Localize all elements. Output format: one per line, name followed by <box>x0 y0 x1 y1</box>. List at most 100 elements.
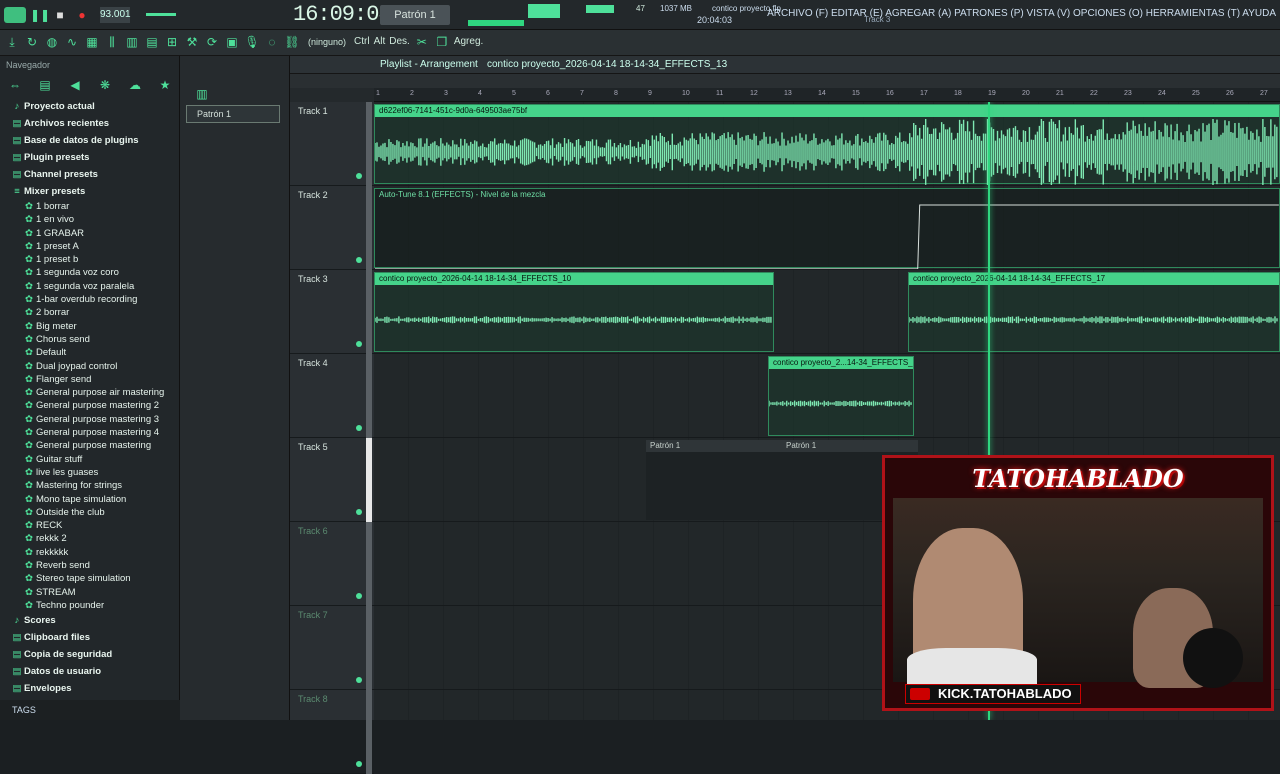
audio-clip-track3-a[interactable]: contico proyecto_2026-04-14 18-14-34_EFF… <box>374 272 774 352</box>
browser-item[interactable]: ✿ STREAM <box>0 586 180 599</box>
plugin-icon[interactable]: ⊞ <box>164 34 180 50</box>
pattern-selector[interactable]: Patrón 1 <box>380 5 450 25</box>
knob-icon[interactable]: ◍ <box>44 34 60 50</box>
refresh-icon[interactable]: ↻ <box>24 34 40 50</box>
browser-item[interactable]: ✿ General purpose air mastering <box>0 386 180 399</box>
browser-item[interactable]: ✿ Chorus send <box>0 333 180 346</box>
browser-item[interactable]: ♪ Scores <box>0 612 180 629</box>
tags-bar[interactable]: TAGS <box>0 700 180 720</box>
browser-plugin-icon[interactable]: ❋ <box>97 77 113 93</box>
chat-icon[interactable]: ◌ <box>264 34 280 50</box>
track-header[interactable]: Track 6 <box>290 522 374 606</box>
link-icon[interactable]: ⛓ <box>284 34 300 50</box>
browser-item[interactable]: ✿ rekkk 2 <box>0 532 180 545</box>
snap-selector[interactable]: (ninguno) <box>304 34 350 50</box>
browser-item[interactable]: ✿ General purpose mastering 2 <box>0 399 180 412</box>
browser-item[interactable]: ✿ Flanger send <box>0 373 180 386</box>
browser-item[interactable]: ✿ 1 borrar <box>0 200 180 213</box>
tools-icon[interactable]: ⚒ <box>184 34 200 50</box>
master-volume-slider[interactable] <box>146 13 176 16</box>
browser-item[interactable]: ✿ rekkkkk <box>0 546 180 559</box>
fl-logo-icon[interactable] <box>4 7 26 23</box>
browser-item[interactable]: ▤ Plugin presets <box>0 149 180 166</box>
des-key[interactable]: Des. <box>389 34 410 50</box>
track-header[interactable]: Track 3 <box>290 270 374 354</box>
track-enable-dot[interactable] <box>356 593 362 599</box>
browser-item[interactable]: ✿ General purpose mastering <box>0 439 180 452</box>
pattern-piano-icon[interactable]: ▥ <box>194 86 210 102</box>
pattern-clip-track5-a[interactable]: Patrón 1 <box>646 440 782 520</box>
download-icon[interactable]: ⤓ <box>4 34 20 50</box>
pause-icon[interactable]: ❚❚ <box>30 7 50 23</box>
browser-item[interactable]: ✿ 2 borrar <box>0 306 180 319</box>
browser-item[interactable]: ✿ live les guases <box>0 466 180 479</box>
grid-icon[interactable]: ▦ <box>84 34 100 50</box>
track-header[interactable]: Track 1 <box>290 102 374 186</box>
browser-item[interactable]: ✿ Big meter <box>0 320 180 333</box>
browser-item[interactable]: ▤ Base de datos de plugins <box>0 132 180 149</box>
browser-all-icon[interactable]: ⇔ <box>7 77 23 93</box>
automation-clip-track2[interactable]: Auto-Tune 8.1 (EFFECTS) - Nivel de la me… <box>374 188 1280 269</box>
browser-item[interactable]: ▤ Clipboard files <box>0 629 180 646</box>
track-enable-dot[interactable] <box>356 509 362 515</box>
playlist-icon[interactable]: ▤ <box>144 34 160 50</box>
browser-item[interactable]: ▤ Copia de seguridad <box>0 646 180 663</box>
browser-item[interactable]: ▤ Channel presets <box>0 166 180 183</box>
track-enable-dot[interactable] <box>356 425 362 431</box>
main-menu[interactable]: ARCHIVO (F) EDITAR (E) AGREGAR (A) PATRO… <box>767 8 1276 19</box>
browser-item[interactable]: ✿ Dual joypad control <box>0 360 180 373</box>
audio-clip-track4[interactable]: contico proyecto_2...14-34_EFFECTS_13 <box>768 356 914 436</box>
mixer-icon[interactable]: ⫼ <box>104 34 120 50</box>
track-header[interactable]: Track 2 <box>290 186 374 270</box>
wave-icon[interactable]: ∿ <box>64 34 80 50</box>
browser-item[interactable]: ✿ Stereo tape simulation <box>0 572 180 585</box>
browser-item[interactable]: ✿ 1-bar overdub recording <box>0 293 180 306</box>
browser-item[interactable]: ▤ Envelopes <box>0 680 180 697</box>
browser-item[interactable]: ✿ Reverb send <box>0 559 180 572</box>
audio-clip-track3-b[interactable]: contico proyecto_2026-04-14 18-14-34_EFF… <box>908 272 1280 352</box>
browser-file-icon[interactable]: ▤ <box>37 77 53 93</box>
pattern-chip[interactable]: Patrón 1 <box>186 105 280 123</box>
track-enable-dot[interactable] <box>356 761 362 767</box>
browser-item[interactable]: ✿ General purpose mastering 4 <box>0 426 180 439</box>
browser-item[interactable]: ▤ Datos de usuario <box>0 663 180 680</box>
browser-item[interactable]: ✿ 1 en vivo <box>0 213 180 226</box>
record-icon[interactable]: ● <box>74 7 90 23</box>
browser-item[interactable]: ✿ Outside the club <box>0 506 180 519</box>
browser-item[interactable]: ▤ Archivos recientes <box>0 115 180 132</box>
track-header[interactable]: Track 5 <box>290 438 374 522</box>
save-icon[interactable]: ▣ <box>224 34 240 50</box>
browser-item[interactable]: ✿ Default <box>0 346 180 359</box>
browser-item[interactable]: ♪ Proyecto actual <box>0 98 180 115</box>
cut-icon[interactable]: ✂ <box>414 34 430 50</box>
browser-item[interactable]: ✿ 1 segunda voz paralela <box>0 280 180 293</box>
track-header[interactable]: Track 8 <box>290 690 374 774</box>
browser-item[interactable]: ✿ 1 preset A <box>0 240 180 253</box>
ctrl-key[interactable]: Ctrl <box>354 34 370 50</box>
piano-icon[interactable]: ▥ <box>124 34 140 50</box>
browser-item[interactable]: ✿ Mastering for strings <box>0 479 180 492</box>
audio-clip-track1[interactable]: d622ef06-7141-451c-9d0a-649503ae75bf <box>374 104 1280 185</box>
browser-item[interactable]: ✿ RECK <box>0 519 180 532</box>
timeline-ruler[interactable]: 1 2 3 4 5 6 7 8 9 10 11 12 13 14 15 16 17 18 19 20 21 22 23 24 2… <box>374 88 1280 102</box>
tempo-display[interactable]: 93.001 <box>100 7 131 23</box>
copy-icon[interactable]: ❐ <box>434 34 450 50</box>
playlist-breadcrumb[interactable]: contico proyecto_2026-04-14 18-14-34_EFF… <box>487 59 727 70</box>
alt-key[interactable]: Alt <box>374 34 386 50</box>
stop-icon[interactable]: ■ <box>52 7 68 23</box>
browser-cloud-icon[interactable]: ☁ <box>127 77 143 93</box>
browser-item[interactable]: ≡ Mixer presets <box>0 183 180 200</box>
mic-icon[interactable]: 🎙 <box>244 34 260 50</box>
track-enable-dot[interactable] <box>356 257 362 263</box>
track-enable-dot[interactable] <box>356 341 362 347</box>
loop-icon[interactable]: ⟳ <box>204 34 220 50</box>
track-header[interactable]: Track 7 <box>290 606 374 690</box>
track-enable-dot[interactable] <box>356 173 362 179</box>
track-enable-dot[interactable] <box>356 677 362 683</box>
track-header[interactable]: Track 4 <box>290 354 374 438</box>
browser-star-icon[interactable]: ★ <box>157 77 173 93</box>
browser-item[interactable]: ✿ 1 segunda voz coro <box>0 266 180 279</box>
browser-item[interactable]: ✿ Mono tape simulation <box>0 493 180 506</box>
browser-item[interactable]: ✿ General purpose mastering 3 <box>0 413 180 426</box>
browser-speaker-icon[interactable]: ◀ <box>67 77 83 93</box>
